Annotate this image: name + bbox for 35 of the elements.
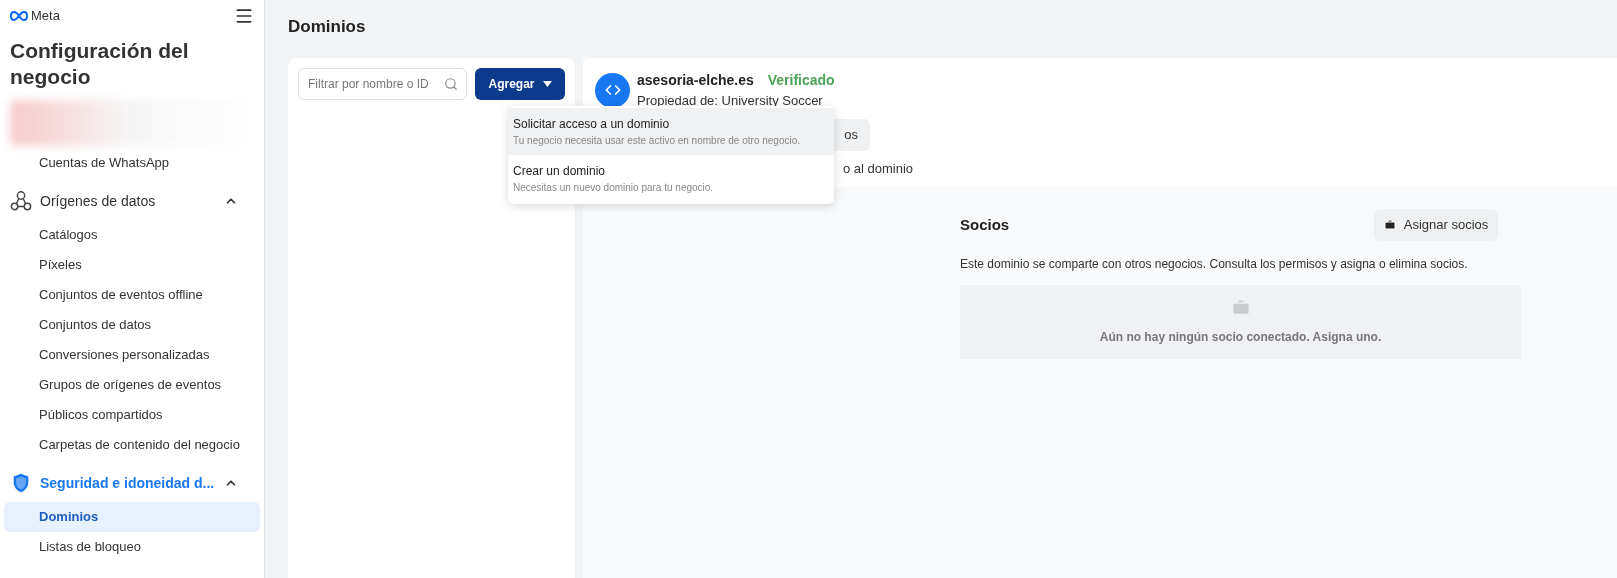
sidebar-item[interactable]: Carpetas de contenido del negocio: [4, 430, 260, 460]
briefcase-icon: [1383, 219, 1396, 231]
page-title: Dominios: [288, 16, 367, 36]
sidebar-item[interactable]: Catálogos: [4, 220, 260, 250]
sidebar-item[interactable]: Grupos de orígenes de eventos: [4, 370, 260, 400]
sidebar-group-header[interactable]: Seguridad e idoneidad d...: [0, 464, 264, 502]
sidebar-item[interactable]: Píxeles: [4, 250, 260, 280]
section-description: Este dominio se comparte con otros negocios. Consulta los permisos y asigna o elimina socios.: [960, 256, 1469, 273]
body-text: o al dominio: [843, 159, 915, 178]
add-button[interactable]: Agregar: [475, 68, 565, 100]
section-title: Socios: [960, 214, 1010, 235]
empty-state-text: Aún no hay ningún socio conectado. Asigna uno.: [1099, 329, 1382, 346]
search-icon: [444, 77, 458, 91]
sidebar-item[interactable]: Conversiones personalizadas: [4, 340, 260, 370]
sidebar-group-header[interactable]: Orígenes de datos: [0, 182, 264, 220]
assign-partners-button[interactable]: Asignar socios: [1374, 209, 1498, 241]
logo-icon: [10, 11, 28, 21]
menu-item[interactable]: Crear un dominio Necesitas un nuevo dominio para tu negocio.: [508, 155, 834, 202]
sidebar-item[interactable]: Cuentas de WhatsApp: [4, 148, 260, 178]
briefcase-icon: [1230, 298, 1251, 318]
menu-item[interactable]: Solicitar acceso a un dominio Tu negocio necesita usar este activo en nombre de otro negocio.: [508, 108, 834, 155]
brand-name: Meta: [31, 7, 60, 26]
data-sources-icon: [10, 190, 32, 212]
sidebar-item[interactable]: Públicos compartidos: [4, 400, 260, 430]
owner-text: Propiedad de: University Soccer: [637, 92, 824, 110]
sidebar-item[interactable]: Conjuntos de datos: [4, 310, 260, 340]
search-field[interactable]: Filtrar por nombre o ID: [298, 68, 467, 100]
menu-icon[interactable]: [234, 6, 254, 26]
sidebar-item[interactable]: Dominios: [4, 502, 260, 532]
sidebar-item[interactable]: Conjuntos de eventos offline: [4, 280, 260, 310]
sidebar-item[interactable]: Listas de bloqueo: [4, 532, 260, 562]
caret-down-icon: [542, 81, 552, 87]
status-label: Verificado: [767, 71, 835, 90]
page-heading: Configuración del negocio: [9, 38, 190, 90]
domain-name: asesoria-elche.es: [637, 71, 754, 90]
